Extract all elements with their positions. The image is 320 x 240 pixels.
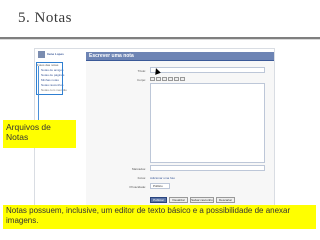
bullet-list-icon[interactable] — [168, 77, 173, 81]
body-textarea[interactable] — [150, 83, 265, 163]
tags-label: Marcados: — [131, 167, 146, 171]
add-photo-link[interactable]: Adicionar uma foto — [150, 176, 175, 180]
profile-name[interactable]: Irene Lopes — [47, 52, 64, 56]
slide-title: 5. Notas — [18, 10, 72, 26]
discard-button[interactable]: Descartar — [216, 197, 235, 203]
title-input[interactable] — [150, 67, 265, 73]
editor-toolbar — [150, 77, 185, 81]
bold-icon[interactable] — [150, 77, 155, 81]
sidebar-highlight-box — [36, 62, 63, 95]
save-draft-button[interactable]: Salvar rascunho — [190, 197, 214, 203]
numbered-list-icon[interactable] — [174, 77, 179, 81]
privacy-select[interactable]: Público — [150, 183, 170, 189]
publish-button[interactable]: Publicar — [150, 197, 167, 203]
compose-form: Título: Corpo: Marcados: Fotos: Adiciona… — [86, 61, 274, 207]
compose-header: Escrever uma nota — [86, 52, 274, 61]
title-divider-light — [0, 39, 320, 40]
italic-icon[interactable] — [156, 77, 161, 81]
compose-title: Escrever uma nota — [89, 53, 134, 59]
profile-header: Irene Lopes — [35, 49, 85, 59]
preview-button[interactable]: Visualizar — [169, 197, 188, 203]
notes-files-callout: Arquivos de Notas — [3, 120, 76, 148]
notes-editor-callout: Notas possuem, inclusive, um editor de t… — [3, 205, 316, 229]
pointer-line — [38, 66, 39, 123]
underline-icon[interactable] — [162, 77, 167, 81]
body-label: Corpo: — [136, 78, 146, 82]
photos-label: Fotos: — [137, 176, 146, 180]
privacy-label: Privacidade: — [129, 185, 146, 189]
tags-input[interactable] — [150, 165, 265, 171]
title-label: Título: — [137, 69, 146, 73]
avatar[interactable] — [38, 50, 45, 58]
quote-icon[interactable] — [180, 77, 185, 81]
